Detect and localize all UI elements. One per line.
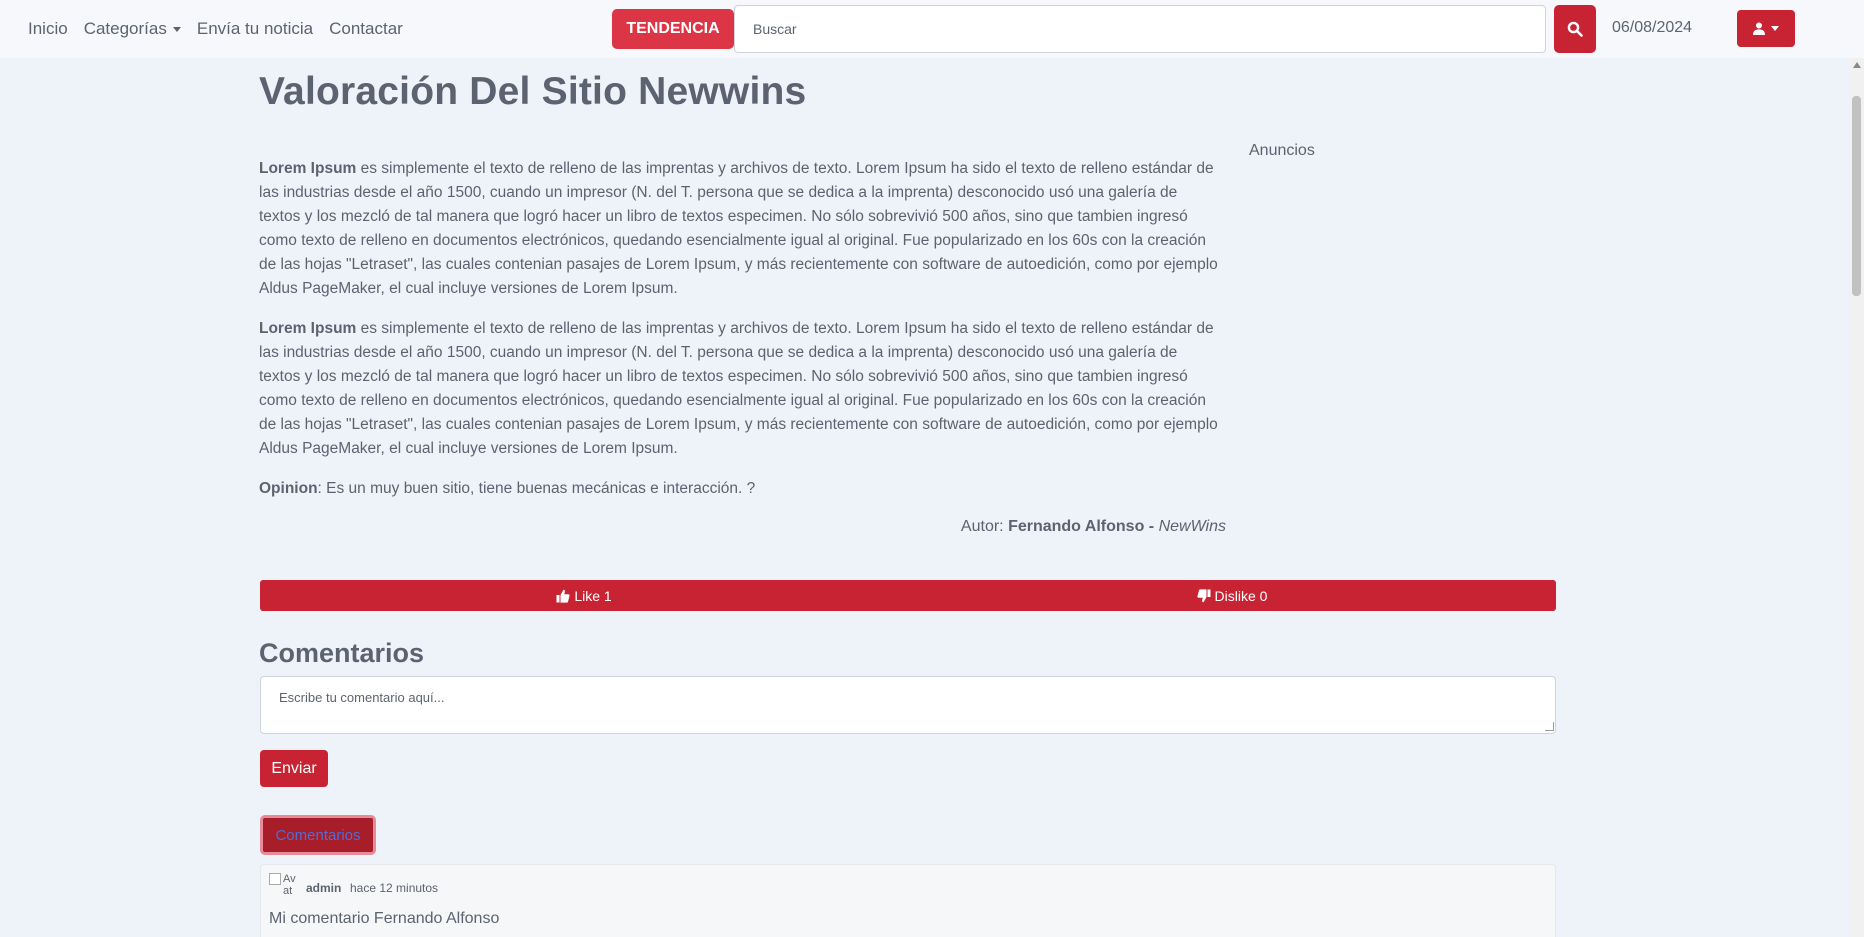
scrollbar-thumb[interactable] [1852, 96, 1861, 296]
comment-item: Av at admin hace 12 minutos Mi comentari… [260, 864, 1556, 937]
ads-sidebar-label: Anuncios [1249, 142, 1315, 159]
author-name: Fernando Alfonso [1008, 518, 1145, 535]
dislike-button[interactable]: Dislike 0 [908, 580, 1556, 611]
search-input[interactable] [734, 5, 1546, 53]
send-comment-button[interactable]: Enviar [260, 750, 328, 787]
top-navbar: Inicio Categorías Envía tu noticia Conta… [0, 0, 1864, 58]
broken-image-icon [269, 873, 281, 885]
nav-links: Inicio Categorías Envía tu noticia Conta… [28, 0, 403, 58]
nav-categories-dropdown[interactable]: Categorías [84, 19, 181, 39]
chevron-down-icon [1771, 26, 1779, 31]
comment-timestamp: hace 12 minutos [350, 881, 439, 895]
dislike-label: Dislike 0 [1214, 587, 1268, 604]
vote-bar: Like 1 Dislike 0 [260, 580, 1556, 611]
comments-toggle-button[interactable]: Comentarios [260, 815, 376, 855]
opinion-label: Opinion [259, 480, 318, 497]
opinion-text: : Es un muy buen sitio, tiene buenas mec… [317, 480, 756, 497]
thumbs-down-icon [1196, 588, 1211, 602]
article-paragraph: Lorem Ipsum es simplemente el texto de r… [259, 317, 1219, 461]
thumbs-up-icon [556, 589, 570, 603]
chevron-down-icon [172, 27, 181, 33]
author-separator: - [1144, 518, 1159, 535]
nav-home-link[interactable]: Inicio [28, 19, 68, 39]
opinion-paragraph: Opinion: Es un muy buen sitio, tiene bue… [259, 477, 1219, 501]
article-paragraph: Lorem Ipsum es simplemente el texto de r… [259, 157, 1219, 301]
nav-send-news-link[interactable]: Envía tu noticia [197, 19, 313, 39]
user-icon [1753, 22, 1765, 35]
comment-username: admin [306, 881, 342, 895]
textarea-resize-handle[interactable] [1545, 722, 1554, 731]
current-date: 06/08/2024 [1612, 19, 1693, 36]
comments-heading: Comentarios [259, 638, 425, 668]
user-menu-button[interactable] [1737, 10, 1795, 47]
like-button[interactable]: Like 1 [260, 580, 908, 611]
page-title: Valoración Del Sitio Newwins [259, 70, 807, 113]
search-button[interactable] [1554, 5, 1596, 53]
paragraph-bold-lead: Lorem Ipsum [259, 160, 357, 177]
article-body: Lorem Ipsum es simplemente el texto de r… [259, 157, 1219, 517]
paragraph-text: es simplemente el texto de relleno de la… [259, 320, 1218, 457]
author-line: Autor: Fernando Alfonso - NewWins [259, 518, 1226, 536]
author-prefix: Autor: [960, 518, 1009, 535]
author-site: NewWins [1158, 518, 1226, 535]
avatar: Av at [269, 873, 297, 901]
paragraph-text: es simplemente el texto de relleno de la… [259, 160, 1218, 297]
avatar-alt-text: Av at [283, 873, 296, 897]
trend-button[interactable]: TENDENCIA [612, 9, 734, 49]
scroll-up-arrow[interactable] [1853, 62, 1861, 68]
paragraph-bold-lead: Lorem Ipsum [259, 320, 357, 337]
nav-categories-label: Categorías [83, 19, 167, 38]
like-label: Like 1 [574, 587, 612, 604]
comment-text: Mi comentario Fernando Alfonso [269, 910, 500, 927]
nav-contact-link[interactable]: Contactar [329, 19, 403, 39]
comment-textarea[interactable] [260, 676, 1556, 734]
search-icon [1567, 21, 1583, 37]
